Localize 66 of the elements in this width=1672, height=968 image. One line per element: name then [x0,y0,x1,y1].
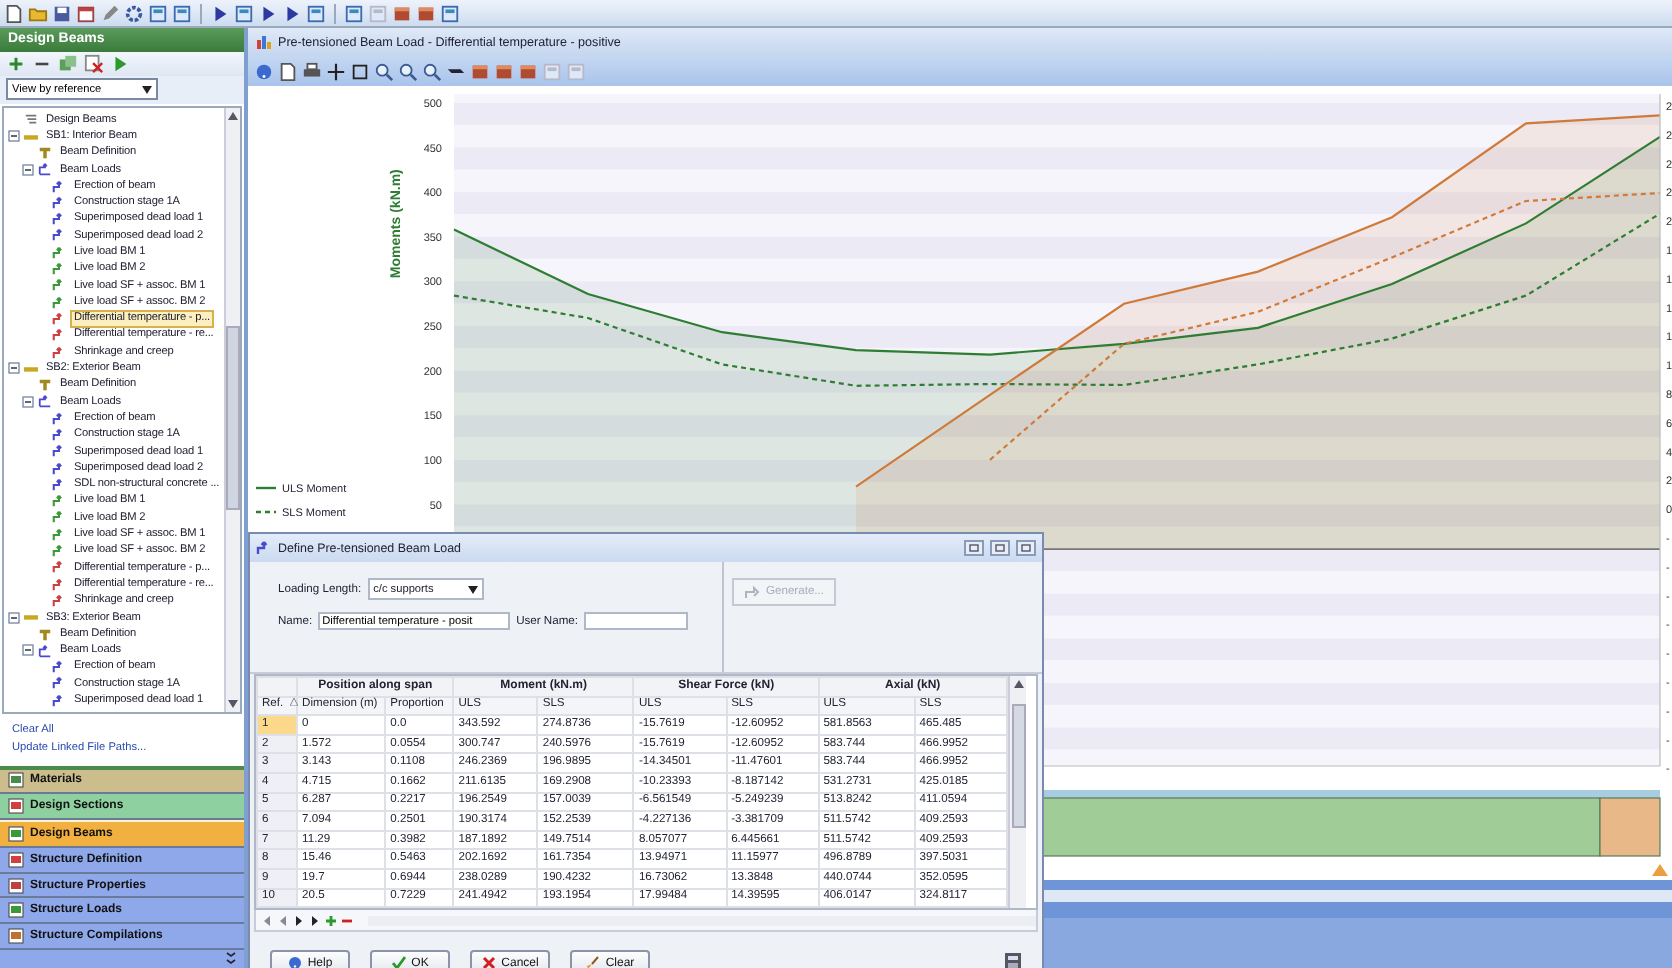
collapse-toggle[interactable] [8,130,20,143]
last-icon[interactable] [308,913,322,928]
beam-section-icon [38,378,52,393]
pencil-icon[interactable] [100,3,120,23]
cube-icon[interactable] [494,61,514,81]
collapse-toggle[interactable] [8,362,20,375]
square-icon[interactable] [350,61,370,81]
window-icon[interactable] [148,3,168,23]
window-icon[interactable] [344,3,364,23]
beam-section-icon [38,145,52,160]
tree-icon [24,112,38,127]
collapse-toggle[interactable] [8,611,20,624]
window-icon[interactable] [440,3,460,23]
delete-icon[interactable] [84,53,104,74]
close-icon[interactable] [1016,540,1036,556]
caret-icon [142,85,152,94]
scroll-up-icon[interactable] [1013,680,1023,688]
zoom-icon[interactable] [422,61,442,81]
scroll-thumb[interactable] [226,325,240,510]
cube-icon[interactable] [470,61,490,81]
crosshair-icon[interactable] [326,61,346,81]
cube-icon[interactable] [518,61,538,81]
add-icon[interactable] [6,53,26,74]
scroll-up-icon[interactable] [228,111,238,120]
collapse-toggle[interactable] [22,163,34,176]
user-name-field[interactable] [584,612,689,630]
caret-icon [467,585,478,593]
scrollbar[interactable] [1008,676,1026,909]
load-icon [256,540,272,556]
calendar-icon[interactable] [76,3,96,23]
beam-icon [24,361,38,376]
check-icon [391,956,406,968]
maximize-icon[interactable] [990,540,1010,556]
cube-icon[interactable] [392,3,412,23]
window-icon[interactable] [172,3,192,23]
printer-icon[interactable] [302,61,322,81]
window-icon[interactable] [234,3,254,23]
cube-icon[interactable] [416,3,436,23]
sort-icon [289,698,298,707]
collapse-toggle[interactable] [22,395,34,408]
minimize-icon[interactable] [964,540,984,556]
play-icon[interactable] [210,3,230,23]
collapse-toggle[interactable] [22,644,34,657]
zoom-out-icon[interactable] [398,61,418,81]
scroll-down-icon[interactable] [228,699,238,708]
brush-icon [585,956,600,968]
chart-icon [256,34,272,50]
chevron-icon[interactable] [226,952,236,967]
scroll-thumb[interactable] [1011,704,1025,828]
calculator-icon[interactable] [1004,952,1022,968]
next-icon[interactable] [292,913,306,928]
scrollbar[interactable] [368,915,1036,926]
scrollbar[interactable] [224,107,240,712]
zoom-in-icon[interactable] [374,61,394,81]
support-icon [1652,864,1668,876]
document-icon[interactable] [4,3,24,23]
beam-icon [24,610,38,625]
cross-icon [481,956,496,968]
beam-icon [24,129,38,144]
window-icon[interactable] [306,3,326,23]
document-icon[interactable] [278,61,298,81]
gear-icon[interactable] [124,3,144,23]
generate-icon [744,585,760,599]
first-icon[interactable] [260,913,274,928]
folder-icon[interactable] [28,3,48,23]
beam-section-icon [38,627,52,642]
